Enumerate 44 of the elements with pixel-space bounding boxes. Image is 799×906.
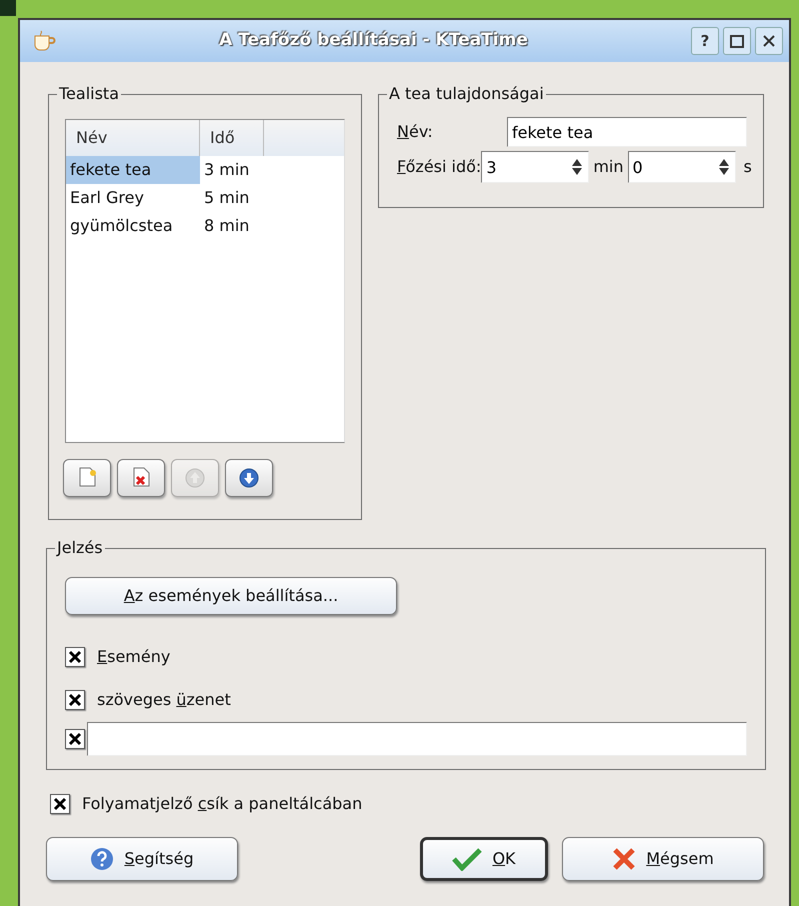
checkmark-icon bbox=[452, 847, 482, 871]
checkbox[interactable] bbox=[65, 690, 85, 710]
checkbox[interactable] bbox=[65, 729, 85, 749]
close-icon bbox=[762, 34, 776, 48]
help-button[interactable]: Segítség bbox=[46, 837, 238, 881]
spin-arrows-icon bbox=[718, 158, 730, 176]
list-item[interactable]: fekete tea bbox=[66, 156, 200, 184]
help-button[interactable]: ? bbox=[691, 27, 719, 55]
help-icon bbox=[90, 847, 114, 871]
list-item[interactable]: Earl Grey bbox=[66, 184, 200, 212]
checkbox-label: Esemény bbox=[97, 646, 170, 668]
spin-arrows-icon bbox=[571, 158, 584, 176]
list-cell-text: 8 min bbox=[203, 215, 250, 237]
unit-label: min bbox=[592, 156, 624, 178]
checkbox-label: szöveges üzenet bbox=[97, 688, 231, 710]
cancel-icon bbox=[612, 847, 636, 871]
move-down-button[interactable] bbox=[225, 459, 273, 497]
checkbox-label: Folyamatjelző csík a paneltálcában bbox=[82, 793, 362, 815]
seconds-spinbox[interactable]: 0 bbox=[628, 151, 736, 183]
maximize-icon bbox=[730, 34, 744, 48]
message-field[interactable] bbox=[87, 722, 747, 756]
window-title: A Teafőző beállításai - KTeaTime bbox=[218, 29, 529, 52]
name-field[interactable]: fekete tea bbox=[507, 117, 747, 147]
teacup-icon bbox=[32, 30, 56, 52]
unit-label: s bbox=[742, 156, 752, 178]
list-cell-text: 5 min bbox=[203, 187, 250, 209]
checkbox[interactable] bbox=[65, 646, 85, 666]
time-label: Főzési idő: bbox=[397, 156, 482, 178]
new-tea-button[interactable] bbox=[63, 459, 111, 497]
minutes-spinbox[interactable]: 3 bbox=[481, 151, 590, 183]
cancel-button[interactable]: Mégsem bbox=[562, 837, 764, 881]
list-cell-text: 3 min bbox=[203, 159, 250, 181]
close-button[interactable] bbox=[755, 27, 783, 55]
column-header[interactable]: Idő bbox=[200, 120, 264, 156]
configure-events-button[interactable]: Az események beállítása... bbox=[65, 577, 397, 615]
group-title: A tea tulajdonságai bbox=[387, 83, 546, 105]
checkbox[interactable] bbox=[50, 794, 70, 814]
maximize-button[interactable] bbox=[723, 27, 751, 55]
corner-square bbox=[0, 0, 16, 16]
ok-button[interactable]: OK bbox=[420, 837, 548, 881]
name-label: Név: bbox=[397, 121, 434, 143]
list-item[interactable]: gyümölcstea bbox=[66, 212, 200, 240]
delete-tea-button[interactable] bbox=[117, 459, 165, 497]
group-title: Jelzés bbox=[55, 537, 105, 559]
